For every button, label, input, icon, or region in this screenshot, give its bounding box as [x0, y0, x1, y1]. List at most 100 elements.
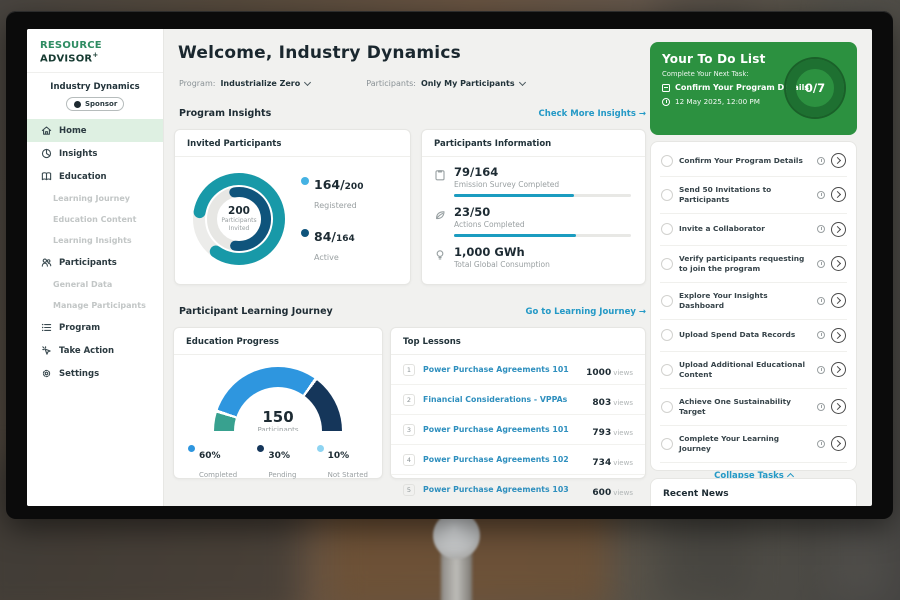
task-checkbox[interactable]	[661, 189, 673, 201]
dashboard-screen: RESOURCE ADVISOR+ Industry Dynamics Spon…	[27, 29, 872, 506]
task-row-complete-learning-journey[interactable]: Complete Your Learning Journey	[660, 426, 847, 463]
sidebar-item-education[interactable]: Education	[27, 165, 163, 188]
sidebar-item-general-data[interactable]: General Data	[27, 274, 163, 295]
sidebar-item-education-content[interactable]: Education Content	[27, 209, 163, 230]
task-row-invite-collaborator[interactable]: Invite a Collaborator	[660, 214, 847, 246]
sidebar-item-learning-insights[interactable]: Learning Insights	[27, 230, 163, 251]
task-checkbox[interactable]	[661, 258, 673, 270]
sidebar-item-participants[interactable]: Participants	[27, 251, 163, 274]
task-row-upload-spend-data[interactable]: Upload Spend Data Records	[660, 320, 847, 352]
invited-chart-area: 200 Participants Invited 164/200 Registe…	[175, 157, 410, 273]
task-open-button[interactable]	[831, 436, 846, 451]
sidebar-item-settings[interactable]: Settings	[27, 362, 163, 385]
task-open-button[interactable]	[831, 399, 846, 414]
sidebar-item-program[interactable]: Program	[27, 316, 163, 339]
stat-emission-survey: 79/164 Emission Survey Completed	[422, 157, 645, 197]
section-title: Participant Learning Journey	[179, 306, 333, 317]
card-title: Top Lessons	[391, 328, 645, 355]
stat-global-consumption: 1,000 GWh Total Global Consumption	[422, 237, 645, 269]
sidebar-item-label: Home	[59, 126, 87, 136]
task-checkbox[interactable]	[661, 401, 673, 413]
lesson-link[interactable]: Power Purchase Agreements 102	[423, 455, 584, 464]
sidebar-item-label: Program	[59, 323, 100, 333]
progress-fill	[454, 194, 574, 197]
participants-information-card: Participants Information 79/164 Emission…	[421, 129, 646, 285]
legend-active: 84/164 Active	[301, 226, 363, 264]
task-checkbox[interactable]	[661, 438, 673, 450]
lesson-row[interactable]: 2 Financial Considerations - VPPAs 803vi…	[391, 385, 645, 415]
leaf-icon	[434, 209, 446, 221]
logo-advisor: ADVISOR	[40, 53, 92, 64]
monitor-bezel: RESOURCE ADVISOR+ Industry Dynamics Spon…	[6, 11, 893, 519]
task-checkbox[interactable]	[661, 155, 673, 167]
lesson-link[interactable]: Power Purchase Agreements 103	[423, 485, 584, 494]
sidebar-item-label: Participants	[59, 258, 117, 268]
participants-dropdown[interactable]: Participants: Only My Participants	[366, 79, 524, 88]
people-icon	[41, 257, 52, 268]
clock-icon	[817, 331, 825, 339]
task-open-button[interactable]	[831, 187, 846, 202]
go-to-learning-journey-link[interactable]: Go to Learning Journey →	[525, 307, 646, 317]
task-checkbox[interactable]	[661, 295, 673, 307]
lesson-row[interactable]: 4 Power Purchase Agreements 102 734views	[391, 445, 645, 475]
lesson-link[interactable]: Power Purchase Agreements 101	[423, 425, 584, 434]
lesson-link[interactable]: Financial Considerations - VPPAs	[423, 395, 584, 404]
legend-registered: 164/200 Registered	[301, 174, 363, 212]
task-open-button[interactable]	[831, 153, 846, 168]
lesson-row[interactable]: 3 Power Purchase Agreements 101 793views	[391, 415, 645, 445]
lesson-rank: 1	[403, 364, 415, 376]
progress-track	[454, 194, 631, 197]
sidebar-item-label: Education	[59, 172, 107, 182]
invited-legend: 164/200 Registered 84/164 Active	[301, 174, 363, 264]
book-icon	[41, 171, 52, 182]
sidebar-item-take-action[interactable]: Take Action	[27, 339, 163, 362]
task-row-explore-insights[interactable]: Explore Your Insights Dashboard	[660, 283, 847, 320]
program-value: Industrialize Zero	[220, 79, 300, 88]
program-insights-header: Program Insights Check More Insights →	[179, 108, 646, 119]
task-checkbox[interactable]	[661, 364, 673, 376]
task-checkbox[interactable]	[661, 329, 673, 341]
todo-progress-count: 0/7	[805, 81, 825, 95]
task-row-verify-participants[interactable]: Verify participants requesting to join t…	[660, 246, 847, 283]
task-open-button[interactable]	[831, 362, 846, 377]
sidebar-item-home[interactable]: Home	[27, 119, 163, 142]
sidebar-item-insights[interactable]: Insights	[27, 142, 163, 165]
task-open-button[interactable]	[831, 222, 846, 237]
lesson-row[interactable]: 1 Power Purchase Agreements 101 1000view…	[391, 355, 645, 385]
donut-center-label: 200 Participants Invited	[185, 165, 293, 273]
organization-name: Industry Dynamics	[27, 82, 163, 92]
logo-plus: +	[92, 51, 98, 59]
page-title: Welcome, Industry Dynamics	[178, 43, 461, 63]
learning-journey-header: Participant Learning Journey Go to Learn…	[179, 306, 646, 317]
lesson-link[interactable]: Power Purchase Agreements 101	[423, 365, 578, 374]
sidebar-item-learning-journey[interactable]: Learning Journey	[27, 188, 163, 209]
todo-task-list: Confirm Your Program Details Send 50 Inv…	[650, 141, 857, 471]
task-open-button[interactable]	[831, 293, 846, 308]
task-open-button[interactable]	[831, 328, 846, 343]
task-checkbox[interactable]	[661, 223, 673, 235]
chevron-down-icon	[304, 78, 311, 85]
card-title: Participants Information	[422, 130, 645, 157]
clock-icon	[817, 260, 825, 268]
progress-fill	[454, 234, 576, 237]
lesson-rank: 3	[403, 424, 415, 436]
clock-icon	[817, 440, 825, 448]
sidebar-item-label: Settings	[59, 369, 99, 379]
active-dot-icon	[301, 229, 309, 237]
app-logo: RESOURCE ADVISOR+	[27, 29, 163, 73]
sidebar-nav: Home Insights Education Learning Journey…	[27, 119, 163, 385]
list-icon	[41, 322, 52, 333]
lesson-row[interactable]: 5 Power Purchase Agreements 103 600views	[391, 475, 645, 504]
task-row-upload-educational-content[interactable]: Upload Additional Educational Content	[660, 352, 847, 389]
task-open-button[interactable]	[831, 256, 846, 271]
progress-track	[454, 234, 631, 237]
check-more-insights-link[interactable]: Check More Insights →	[539, 109, 646, 119]
sidebar-item-manage-participants[interactable]: Manage Participants	[27, 295, 163, 316]
task-row-send-invitations[interactable]: Send 50 Invitations to Participants	[660, 177, 847, 214]
legend-not-started: 10%Not Started	[317, 443, 368, 481]
recent-news-title: Recent News	[651, 479, 856, 506]
task-row-confirm-program[interactable]: Confirm Your Program Details	[660, 145, 847, 177]
task-row-achieve-target[interactable]: Achieve One Sustainability Target	[660, 389, 847, 426]
program-dropdown[interactable]: Program: Industrialize Zero	[179, 79, 310, 88]
lesson-rank: 2	[403, 394, 415, 406]
